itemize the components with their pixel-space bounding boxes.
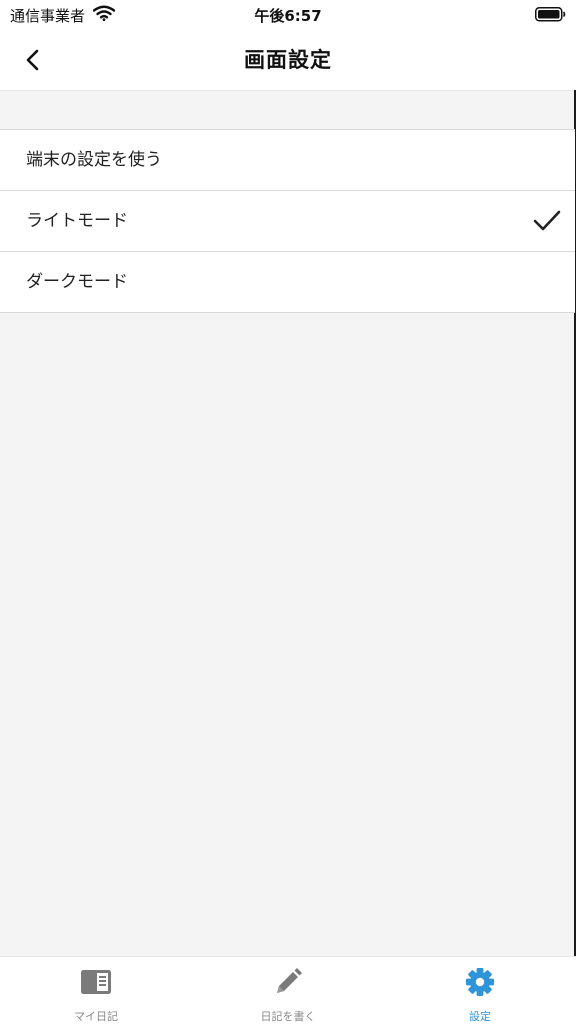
tab-label: 設定 [469, 1010, 491, 1023]
diary-book-icon [81, 967, 111, 1001]
tab-label: 日記を書く [260, 1010, 316, 1023]
status-time: 午後6:57 [254, 7, 322, 25]
option-label: ダークモード [26, 272, 128, 292]
pencil-icon [273, 967, 303, 1001]
option-light-mode[interactable]: ライトモード [0, 191, 575, 252]
navigation-bar: 画面設定 [0, 30, 576, 91]
battery-icon [535, 7, 567, 26]
tab-bar: マイ日記 日記を書く 設定 [0, 956, 576, 1025]
tab-label: マイ日記 [74, 1010, 118, 1023]
status-bar: 通信事業者 午後6:57 [0, 0, 576, 30]
gear-icon [465, 967, 495, 1001]
page-title: 画面設定 [244, 48, 332, 72]
option-label: ライトモード [26, 211, 128, 231]
tab-settings[interactable]: 設定 [384, 957, 576, 1025]
checkmark-icon [532, 208, 562, 238]
option-label: 端末の設定を使う [26, 150, 162, 170]
tab-my-diary[interactable]: マイ日記 [0, 957, 192, 1025]
display-mode-options: 端末の設定を使う ライトモード ダークモード [0, 129, 575, 313]
tab-write-diary[interactable]: 日記を書く [192, 957, 384, 1025]
option-dark-mode[interactable]: ダークモード [0, 252, 575, 313]
option-use-device-setting[interactable]: 端末の設定を使う [0, 130, 575, 191]
